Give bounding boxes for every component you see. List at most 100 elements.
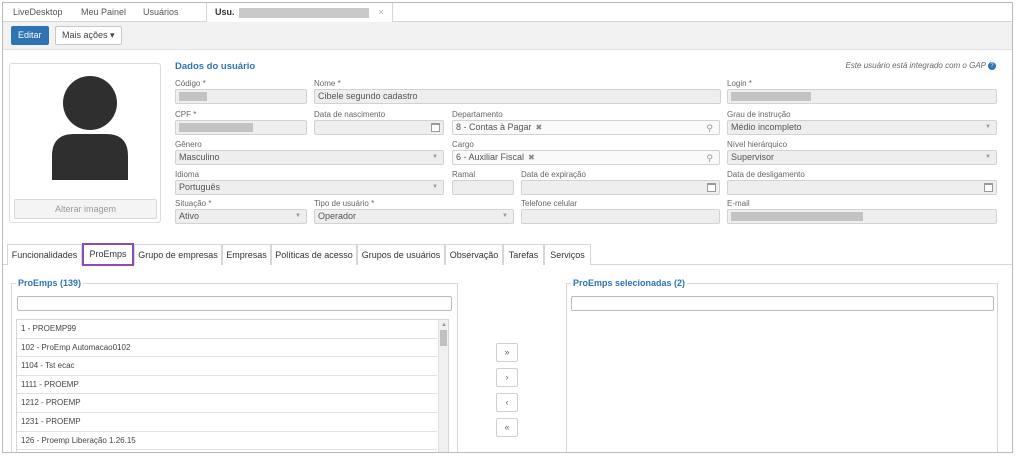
tab-livedesktop[interactable]: LiveDesktop bbox=[13, 7, 63, 17]
cpf-label: CPF * bbox=[175, 110, 197, 119]
expiracao-field[interactable] bbox=[521, 180, 720, 195]
departamento-field[interactable]: 8 - Contas à Pagar ✖ ⚲ bbox=[452, 120, 720, 135]
expiracao-label: Data de expiração bbox=[521, 170, 586, 179]
nascimento-field[interactable] bbox=[314, 120, 444, 135]
tab-grupo-de-empresas[interactable]: Grupo de empresas bbox=[134, 244, 222, 265]
calendar-icon[interactable] bbox=[431, 123, 440, 132]
redacted-username bbox=[238, 7, 369, 18]
user-avatar-icon bbox=[52, 76, 128, 180]
tab-meu-painel[interactable]: Meu Painel bbox=[81, 7, 126, 17]
available-proemps-panel: ProEmps (139) 1 - PROEMP99 102 - ProEmp … bbox=[11, 278, 458, 452]
tab-grupos-de-usuarios[interactable]: Grupos de usuários bbox=[357, 244, 445, 265]
list-item[interactable]: 1 - PROEMP99 bbox=[17, 320, 437, 339]
top-tab-bar: LiveDesktop Meu Painel Usuários Usu. × bbox=[3, 3, 1012, 22]
chevron-down-icon: ▼ bbox=[432, 154, 438, 160]
grau-select[interactable]: Médio incompleto ▼ bbox=[727, 120, 997, 135]
situacao-select[interactable]: Ativo ▼ bbox=[175, 209, 307, 224]
desligamento-field[interactable] bbox=[727, 180, 997, 195]
tab-servicos[interactable]: Serviços bbox=[544, 244, 591, 265]
redacted-value bbox=[731, 92, 811, 102]
chevron-down-icon: ▼ bbox=[502, 213, 508, 219]
list-item[interactable]: 1231 - PROEMP bbox=[17, 413, 437, 432]
cpf-field[interactable] bbox=[175, 120, 307, 135]
idioma-label: Idioma bbox=[175, 170, 200, 179]
departamento-label: Departamento bbox=[452, 110, 503, 119]
chevron-down-icon: ▼ bbox=[432, 184, 438, 190]
list-item[interactable]: 1104 - Tst ecac bbox=[17, 357, 437, 376]
tipo-select[interactable]: Operador ▼ bbox=[314, 209, 514, 224]
email-field[interactable] bbox=[727, 209, 997, 224]
nome-field[interactable]: Cibele segundo cadastro bbox=[314, 89, 721, 104]
available-proemps-list: 1 - PROEMP99 102 - ProEmp Automacao0102 … bbox=[16, 319, 449, 452]
grau-select-value: Médio incompleto bbox=[731, 122, 802, 132]
available-proemps-title: ProEmps (139) bbox=[16, 278, 84, 288]
redacted-value bbox=[179, 123, 253, 133]
calendar-icon[interactable] bbox=[707, 183, 716, 192]
tab-usuarios[interactable]: Usuários bbox=[143, 7, 179, 17]
genero-select[interactable]: Masculino ▼ bbox=[175, 150, 444, 165]
search-icon[interactable]: ⚲ bbox=[706, 122, 713, 134]
email-label: E-mail bbox=[727, 199, 750, 208]
nome-label: Nome * bbox=[314, 79, 341, 88]
remove-all-button[interactable]: « bbox=[496, 418, 518, 437]
add-button[interactable]: › bbox=[496, 368, 518, 387]
list-item[interactable]: 126 - Proemp Liberação 1.26.15 bbox=[17, 432, 437, 451]
codigo-field[interactable] bbox=[175, 89, 307, 104]
close-icon[interactable]: × bbox=[379, 7, 384, 17]
remove-tag-icon[interactable]: ✖ bbox=[536, 123, 543, 132]
cargo-tag: 6 - Auxiliar Fiscal bbox=[456, 152, 525, 162]
tab-funcionalidades[interactable]: Funcionalidades bbox=[7, 244, 82, 265]
tipo-select-value: Operador bbox=[318, 211, 357, 221]
idioma-select-value: Português bbox=[179, 182, 221, 192]
list-item[interactable]: 1111 - PROEMP bbox=[17, 376, 437, 395]
tab-empresas[interactable]: Empresas bbox=[222, 244, 271, 265]
login-label: Login * bbox=[727, 79, 752, 88]
gap-note-text: Este usuário está integrado com o GAP bbox=[845, 61, 986, 70]
selected-search-input[interactable] bbox=[571, 296, 994, 311]
redacted-value bbox=[731, 212, 863, 222]
toolbar: Editar Mais ações ▾ bbox=[3, 22, 1012, 50]
chevron-down-icon: ▼ bbox=[295, 213, 301, 219]
remove-tag-icon[interactable]: ✖ bbox=[528, 153, 535, 162]
tab-user-detail-label: Usu. bbox=[215, 7, 235, 17]
ramal-field[interactable] bbox=[452, 180, 514, 195]
genero-label: Gênero bbox=[175, 140, 202, 149]
telefone-label: Telefone celular bbox=[521, 199, 578, 208]
selected-proemps-panel: ProEmps selecionadas (2) bbox=[566, 278, 998, 452]
tab-user-detail[interactable]: Usu. × bbox=[206, 3, 393, 22]
selected-proemps-title: ProEmps selecionadas (2) bbox=[571, 278, 688, 288]
scroll-thumb[interactable] bbox=[440, 330, 447, 346]
list-item[interactable]: 1212 - PROEMP bbox=[17, 394, 437, 413]
telefone-field[interactable] bbox=[521, 209, 720, 224]
list-scrollbar[interactable]: ▲ bbox=[438, 320, 448, 452]
idioma-select[interactable]: Português ▼ bbox=[175, 180, 444, 195]
avatar-panel: Alterar imagem bbox=[9, 63, 161, 223]
add-all-button[interactable]: » bbox=[496, 343, 518, 362]
search-icon[interactable]: ⚲ bbox=[706, 152, 713, 164]
departamento-tag: 8 - Contas à Pagar bbox=[456, 122, 532, 132]
cargo-field[interactable]: 6 - Auxiliar Fiscal ✖ ⚲ bbox=[452, 150, 720, 165]
edit-button[interactable]: Editar bbox=[11, 26, 49, 45]
remove-button[interactable]: ‹ bbox=[496, 393, 518, 412]
app-window: LiveDesktop Meu Painel Usuários Usu. × Ed… bbox=[2, 2, 1013, 453]
nascimento-label: Data de nascimento bbox=[314, 110, 386, 119]
change-image-button[interactable]: Alterar imagem bbox=[14, 199, 157, 219]
nivel-label: Nível hierárquico bbox=[727, 140, 788, 149]
tab-observacao[interactable]: Observação bbox=[445, 244, 503, 265]
situacao-select-value: Ativo bbox=[179, 211, 200, 221]
grau-label: Grau de instrução bbox=[727, 110, 791, 119]
tab-politicas-de-acesso[interactable]: Políticas de acesso bbox=[271, 244, 357, 265]
tab-proemps[interactable]: ProEmps bbox=[82, 243, 134, 266]
list-item[interactable]: 102 - ProEmp Automacao0102 bbox=[17, 339, 437, 358]
tab-tarefas[interactable]: Tarefas bbox=[503, 244, 544, 265]
calendar-icon[interactable] bbox=[984, 183, 993, 192]
cargo-label: Cargo bbox=[452, 140, 474, 149]
nivel-select[interactable]: Supervisor ▼ bbox=[727, 150, 997, 165]
help-icon[interactable]: ? bbox=[988, 61, 996, 70]
redacted-value bbox=[179, 92, 207, 102]
login-field[interactable] bbox=[727, 89, 997, 104]
scroll-up-icon[interactable]: ▲ bbox=[441, 322, 447, 328]
more-actions-button[interactable]: Mais ações ▾ bbox=[55, 26, 122, 45]
available-search-input[interactable] bbox=[17, 296, 452, 311]
desligamento-label: Data de desligamento bbox=[727, 170, 805, 179]
